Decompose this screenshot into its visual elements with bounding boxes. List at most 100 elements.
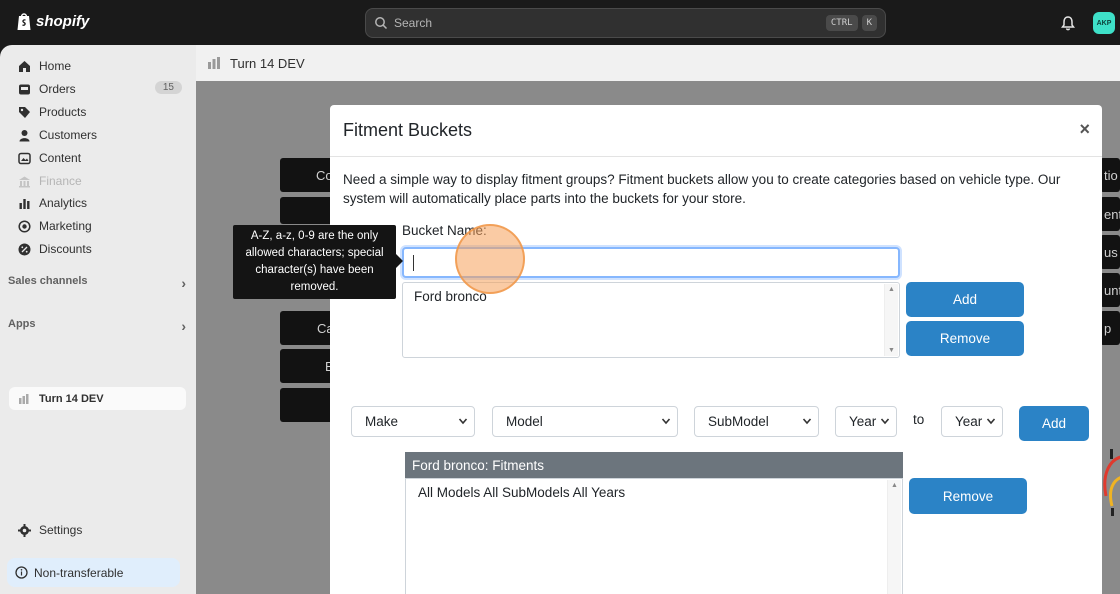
- search-bar[interactable]: Search CTRL K: [365, 8, 886, 38]
- year-from-select-value: Year: [849, 414, 877, 429]
- person-icon: [19, 129, 30, 141]
- bucket-list-scrollbar[interactable]: ▲ ▼: [884, 284, 898, 356]
- text-cursor: [413, 255, 414, 271]
- sidebar-item-finance[interactable]: Finance: [8, 170, 186, 192]
- sidebar-item-label: Settings: [39, 523, 83, 537]
- background-button: unt: [1100, 273, 1120, 307]
- tooltip-text: A-Z, a-z, 0-9 are the only allowed chara…: [245, 230, 384, 293]
- click-indicator: [455, 224, 525, 294]
- bell-icon[interactable]: [1060, 15, 1076, 31]
- non-transferable-banner[interactable]: Non-transferable: [7, 558, 180, 587]
- shopify-logo[interactable]: shopify: [16, 11, 89, 31]
- close-icon[interactable]: ×: [1079, 119, 1090, 140]
- app-header: Turn 14 DEV: [196, 45, 1120, 81]
- sidebar-item-turn14-dev[interactable]: Turn 14 DEV: [9, 387, 186, 410]
- fitments-list-scrollbar[interactable]: ▲: [887, 480, 901, 594]
- info-icon: [15, 566, 28, 579]
- sales-channels-section[interactable]: Sales channels ›: [8, 275, 186, 291]
- shopify-bag-icon: [17, 13, 31, 30]
- sidebar-item-label: Customers: [39, 128, 98, 142]
- background-button: Co: [280, 158, 335, 192]
- non-transferable-label: Non-transferable: [34, 565, 124, 580]
- scroll-up-icon[interactable]: ▲: [888, 286, 895, 293]
- year-to-select-value: Year: [955, 414, 983, 429]
- chevron-down-icon: [802, 418, 812, 425]
- shortcut-key-ctrl: CTRL: [825, 15, 858, 31]
- scroll-down-icon[interactable]: ▼: [888, 347, 895, 354]
- apps-section[interactable]: Apps ›: [8, 318, 186, 334]
- remove-fitment-button[interactable]: Remove: [909, 478, 1027, 514]
- chevron-down-icon: [661, 418, 671, 425]
- active-app-label: Turn 14 DEV: [39, 392, 104, 405]
- sidebar-item-analytics[interactable]: Analytics: [8, 192, 186, 214]
- sidebar-item-customers[interactable]: Customers: [8, 124, 186, 146]
- fitments-list[interactable]: All Models All SubModels All Years ▲: [405, 478, 903, 594]
- sidebar-item-settings[interactable]: Settings: [8, 519, 186, 541]
- sidebar-item-label: Finance: [39, 174, 82, 188]
- apps-heading: Apps: [8, 318, 36, 330]
- submodel-select-value: SubModel: [708, 414, 769, 429]
- sidebar-item-orders[interactable]: Orders 15: [8, 78, 186, 100]
- content-icon: [18, 152, 31, 164]
- search-placeholder: Search: [394, 16, 433, 30]
- validation-tooltip: A-Z, a-z, 0-9 are the only allowed chara…: [233, 225, 396, 299]
- sidebar-item-marketing[interactable]: Marketing: [8, 215, 186, 237]
- finance-icon: [19, 176, 30, 187]
- fitments-header: Ford bronco: Fitments: [405, 452, 903, 478]
- sidebar: Home Orders 15 Products Customers Conten…: [0, 45, 196, 594]
- sales-channels-heading: Sales channels: [8, 275, 88, 287]
- sidebar-item-products[interactable]: Products: [8, 101, 186, 123]
- app-grid-icon: [19, 393, 29, 404]
- background-button: E: [280, 349, 335, 383]
- background-button: us: [1100, 235, 1120, 269]
- background-button: p: [1100, 311, 1120, 345]
- make-select[interactable]: Make: [351, 406, 475, 437]
- submodel-select[interactable]: SubModel: [694, 406, 819, 437]
- sidebar-item-label: Marketing: [39, 219, 92, 233]
- background-button: [280, 197, 335, 224]
- sidebar-item-discounts[interactable]: Discounts: [8, 238, 186, 260]
- sidebar-item-label: Products: [39, 105, 87, 119]
- gear-icon: [18, 523, 31, 537]
- year-from-select[interactable]: Year: [835, 406, 897, 437]
- sidebar-item-home[interactable]: Home: [8, 55, 186, 77]
- scroll-up-icon[interactable]: ▲: [891, 482, 898, 489]
- chevron-down-icon: [880, 416, 890, 426]
- to-label: to: [913, 412, 925, 427]
- app-title: Turn 14 DEV: [230, 55, 305, 71]
- chevron-down-icon: [986, 416, 996, 426]
- orders-icon: [19, 84, 30, 94]
- tag-icon: [19, 106, 30, 118]
- chevron-right-icon[interactable]: ›: [181, 318, 186, 334]
- tooltip-arrow: [396, 254, 403, 268]
- list-item[interactable]: All Models All SubModels All Years: [418, 485, 625, 500]
- sidebar-item-label: Orders: [39, 82, 76, 96]
- sidebar-item-content[interactable]: Content: [8, 147, 186, 169]
- sidebar-item-label: Home: [39, 59, 72, 73]
- bucket-list[interactable]: Ford bronco ▲ ▼: [402, 282, 900, 358]
- bar-chart-icon: [19, 198, 30, 209]
- model-select-value: Model: [506, 414, 543, 429]
- brand-name: shopify: [36, 12, 90, 30]
- modal-header: Fitment Buckets ×: [330, 105, 1102, 157]
- year-to-select[interactable]: Year: [941, 406, 1003, 437]
- chevron-right-icon[interactable]: ›: [181, 275, 186, 291]
- remove-bucket-button[interactable]: Remove: [906, 321, 1024, 356]
- modal-intro-text: Need a simple way to display fitment gro…: [343, 172, 1061, 206]
- app-grid-icon: [208, 57, 220, 69]
- background-button: ent: [1100, 197, 1120, 231]
- add-fitment-button[interactable]: Add: [1019, 406, 1089, 441]
- home-icon: [19, 60, 30, 72]
- sidebar-item-label: Discounts: [39, 242, 92, 256]
- make-select-value: Make: [365, 414, 399, 429]
- orders-count-badge: 15: [154, 81, 182, 94]
- model-select[interactable]: Model: [492, 406, 678, 437]
- sidebar-item-label: Content: [39, 151, 82, 165]
- shortcut-key-k: K: [861, 15, 877, 31]
- fitment-buckets-modal: Fitment Buckets × Need a simple way to d…: [330, 105, 1102, 594]
- background-button: Ca: [280, 311, 335, 345]
- modal-title: Fitment Buckets: [343, 120, 473, 140]
- avatar[interactable]: AKP: [1093, 12, 1115, 34]
- background-button: [280, 388, 335, 422]
- add-bucket-button[interactable]: Add: [906, 282, 1024, 317]
